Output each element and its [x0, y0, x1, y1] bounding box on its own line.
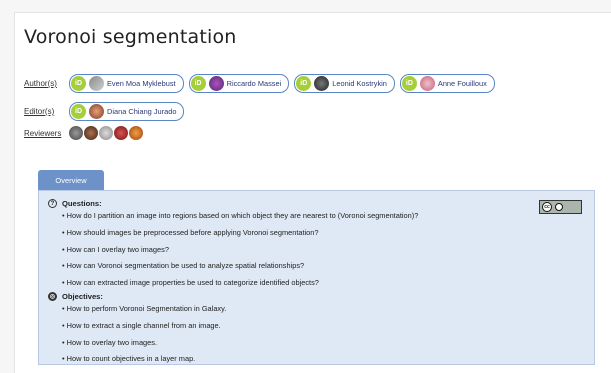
- list-item: How can Voronoi segmentation be used to …: [62, 258, 418, 275]
- avatar: [89, 104, 104, 119]
- authors-label: Author(s): [24, 79, 57, 88]
- orcid-icon: iD: [190, 76, 206, 91]
- editor-name: Diana Chiang Jurado: [107, 107, 177, 116]
- page-title: Voronoi segmentation: [24, 26, 237, 48]
- list-item: How can extracted image properties be us…: [62, 275, 418, 292]
- author-pill[interactable]: iD Even Moa Myklebust: [69, 74, 184, 93]
- list-item: How to count objectives in a layer map.: [62, 351, 226, 368]
- reviewer-avatar[interactable]: [129, 126, 143, 140]
- list-item: How do I partition an image into regions…: [62, 208, 419, 225]
- list-item: How to overlay two images.: [62, 335, 226, 352]
- license-badge[interactable]: cc: [539, 200, 582, 214]
- orcid-icon: iD: [71, 104, 86, 119]
- reviewer-avatars: [69, 126, 144, 140]
- authors-row: Author(s) iD Even Moa Myklebust iD Ricca…: [24, 74, 500, 93]
- tab-overview[interactable]: Overview: [38, 170, 104, 190]
- author-pill[interactable]: iD Leonid Kostrykin: [294, 74, 395, 93]
- list-item: How to perform Voronoi Segmentation in G…: [62, 301, 227, 318]
- orcid-icon: iD: [71, 76, 86, 91]
- list-item: How to extract a single channel from an …: [62, 318, 226, 335]
- reviewer-avatar[interactable]: [99, 126, 113, 140]
- questions-list: How do I partition an image into regions…: [62, 208, 419, 292]
- author-name: Leonid Kostrykin: [332, 79, 387, 88]
- question-icon: ?: [48, 199, 57, 208]
- avatar: [419, 76, 435, 91]
- author-pill[interactable]: iD Anne Fouilloux: [399, 74, 495, 93]
- editors-row: Editor(s) iD Diana Chiang Jurado: [24, 102, 189, 121]
- target-icon: ◎: [48, 292, 57, 301]
- questions-heading-text: Questions:: [62, 199, 102, 208]
- list-item: How should images be preprocessed before…: [62, 225, 418, 242]
- reviewers-label: Reviewers: [24, 128, 62, 138]
- objectives-heading: ◎ Objectives:: [48, 292, 103, 301]
- by-icon: [555, 203, 563, 211]
- objectives-list: How to perform Voronoi Segmentation in G…: [62, 301, 227, 368]
- questions-heading: ? Questions:: [48, 199, 102, 208]
- reviewer-avatar[interactable]: [84, 126, 98, 140]
- reviewer-avatar[interactable]: [69, 126, 83, 140]
- author-pill[interactable]: iD Riccardo Massei: [188, 74, 290, 93]
- author-name: Even Moa Myklebust: [107, 79, 176, 88]
- objectives-heading-text: Objectives:: [62, 292, 103, 301]
- avatar: [89, 76, 104, 91]
- editor-pill[interactable]: iD Diana Chiang Jurado: [69, 102, 185, 121]
- list-item: How can I overlay two images?: [62, 242, 418, 259]
- reviewer-avatar[interactable]: [114, 126, 128, 140]
- author-name: Anne Fouilloux: [437, 79, 487, 88]
- reviewers-row: Reviewers: [24, 126, 144, 140]
- avatar: [208, 76, 224, 91]
- orcid-icon: iD: [401, 76, 417, 91]
- orcid-icon: iD: [296, 76, 312, 91]
- author-name: Riccardo Massei: [226, 79, 282, 88]
- editors-label: Editor(s): [24, 107, 55, 116]
- avatar: [314, 76, 330, 91]
- cc-icon: cc: [542, 202, 552, 212]
